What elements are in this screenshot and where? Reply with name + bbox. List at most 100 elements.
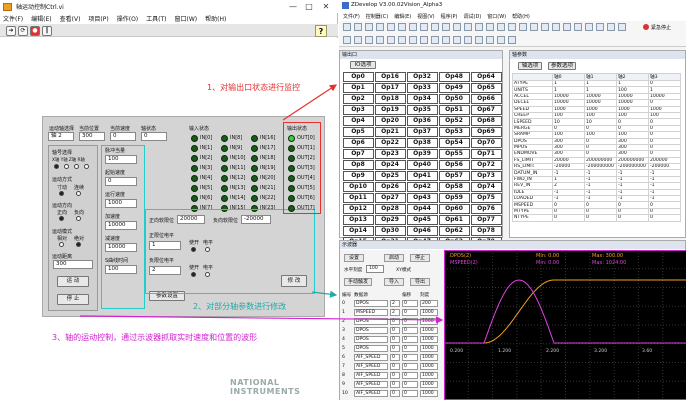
start-speed-input[interactable]: 0 <box>105 177 137 186</box>
output-port-cell[interactable]: Op17 <box>374 82 406 93</box>
scope-channel-source[interactable]: AIF_SPEED <box>354 390 388 397</box>
scope-channel-axis[interactable]: 0 <box>390 363 400 370</box>
toolbar-icon[interactable] <box>398 23 406 31</box>
toolbar-icon[interactable] <box>376 36 384 44</box>
axis-select-dropdown[interactable]: 轴 2 <box>48 132 74 141</box>
scope-channel-source[interactable]: DPOS <box>354 318 388 325</box>
toolbar-icon[interactable] <box>596 23 604 31</box>
output-led-indicator[interactable] <box>288 194 295 202</box>
toolbar-icon[interactable] <box>376 23 384 31</box>
menu-view[interactable]: 查看(V) <box>60 14 81 23</box>
toolbar-icon[interactable] <box>387 23 395 31</box>
output-port-cell[interactable]: Op36 <box>406 115 438 126</box>
toolbar-icon[interactable] <box>574 23 582 31</box>
output-port-cell[interactable]: Op2 <box>342 93 374 104</box>
scope-channel-scale[interactable]: 1000 <box>420 309 438 316</box>
toolbar-icon[interactable] <box>563 23 571 31</box>
scope-channel-scale[interactable]: 1000 <box>420 372 438 379</box>
run-arrow-icon[interactable]: ➜ <box>6 26 16 36</box>
output-port-cell[interactable]: Op27 <box>374 192 406 203</box>
output-port-cell[interactable]: Op50 <box>438 93 470 104</box>
menu-operate[interactable]: 操作(O) <box>117 14 138 23</box>
output-port-cell[interactable]: Op30 <box>374 225 406 236</box>
output-port-cell[interactable]: Op57 <box>438 170 470 181</box>
toolbar-icon[interactable] <box>354 36 362 44</box>
scope-stop-button[interactable]: 停止 <box>410 254 430 262</box>
scope-channel-source[interactable]: DPOS <box>354 327 388 334</box>
toolbar-icon[interactable] <box>519 23 527 31</box>
neg-hw-input[interactable]: 2 <box>149 266 181 275</box>
toolbar-icon[interactable] <box>420 23 428 31</box>
output-port-cell[interactable]: Op51 <box>438 104 470 115</box>
output-port-cell[interactable]: Op9 <box>342 170 374 181</box>
output-port-cell[interactable]: Op46 <box>406 225 438 236</box>
output-led-indicator[interactable] <box>288 184 295 192</box>
toolbar-icon[interactable] <box>453 23 461 31</box>
scope-channel-scale[interactable]: 1000 <box>420 336 438 343</box>
output-port-cell[interactable]: Op64 <box>470 71 502 82</box>
output-port-cell[interactable]: Op12 <box>342 203 374 214</box>
toolbar-icon[interactable] <box>530 23 538 31</box>
pulse-input[interactable]: 100 <box>105 155 137 164</box>
output-port-cell[interactable]: Op66 <box>470 93 502 104</box>
output-port-cell[interactable]: Op34 <box>406 93 438 104</box>
output-port-cell[interactable]: Op40 <box>406 159 438 170</box>
axis-param-value[interactable]: 0 <box>584 214 617 222</box>
output-port-cell[interactable]: Op69 <box>470 126 502 137</box>
scope-channel-source[interactable]: AIF_SPEED <box>354 354 388 361</box>
toolbar-icon[interactable] <box>464 36 472 44</box>
output-port-cell[interactable]: Op56 <box>438 159 470 170</box>
radio-r[interactable] <box>84 164 89 169</box>
axis-param-value[interactable]: 0 <box>552 214 585 222</box>
stop-button[interactable]: 停 止 <box>57 294 89 305</box>
scope-export-button[interactable]: 导出 <box>410 278 430 286</box>
output-port-cell[interactable]: Op41 <box>406 170 438 181</box>
toolbar-icon[interactable] <box>409 23 417 31</box>
output-port-cell[interactable]: Op52 <box>438 115 470 126</box>
pause-icon[interactable]: ‖ <box>42 26 52 36</box>
menu-project[interactable]: 项目(P) <box>88 14 108 23</box>
output-port-cell[interactable]: Op8 <box>342 159 374 170</box>
output-port-cell[interactable]: Op7 <box>342 148 374 159</box>
scope-channel-offset[interactable]: 0 <box>402 381 418 388</box>
output-port-cell[interactable]: Op23 <box>374 148 406 159</box>
output-led-indicator[interactable] <box>288 174 295 182</box>
scope-channel-offset[interactable]: 0 <box>402 345 418 352</box>
toolbar-icon[interactable] <box>475 36 483 44</box>
scope-channel-offset[interactable]: 0 <box>402 390 418 397</box>
scope-channel-offset[interactable]: 0 <box>402 327 418 334</box>
toolbar-icon[interactable] <box>585 23 593 31</box>
scope-channel-source[interactable]: AIF_SPEED <box>354 372 388 379</box>
scope-channel-scale[interactable]: 1000 <box>420 390 438 397</box>
output-port-cell[interactable]: Op5 <box>342 126 374 137</box>
menu-tools[interactable]: 工具(T) <box>146 14 166 23</box>
menu-help[interactable]: 帮助(H) <box>205 14 226 23</box>
toolbar-icon[interactable] <box>409 36 417 44</box>
output-port-cell[interactable]: Op1 <box>342 82 374 93</box>
output-port-cell[interactable]: Op16 <box>374 71 406 82</box>
zd-menu-file[interactable]: 文件(F) <box>343 13 360 20</box>
scope-channel-scale[interactable]: 1000 <box>420 381 438 388</box>
output-port-cell[interactable]: Op60 <box>438 203 470 214</box>
zd-menu-debug[interactable]: 调试(D) <box>464 13 482 20</box>
radio-enable1-b[interactable] <box>205 247 210 252</box>
scope-channel-axis[interactable]: 0 <box>390 390 400 397</box>
scope-channel-axis[interactable]: 2 <box>390 309 400 316</box>
output-port-cell[interactable]: Op65 <box>470 82 502 93</box>
toolbar-icon[interactable] <box>475 23 483 31</box>
output-port-cell[interactable]: Op74 <box>470 181 502 192</box>
toolbar-icon[interactable] <box>607 23 615 31</box>
toolbar-icon[interactable] <box>508 23 516 31</box>
manual-trigger-button[interactable]: 手动触发 <box>344 278 372 286</box>
output-led-indicator[interactable] <box>288 144 295 152</box>
output-port-cell[interactable]: Op10 <box>342 181 374 192</box>
toolbar-icon[interactable] <box>497 23 505 31</box>
output-port-cell[interactable]: Op22 <box>374 137 406 148</box>
scope-channel-scale[interactable]: 1000 <box>420 327 438 334</box>
abort-icon[interactable]: ● <box>30 26 40 36</box>
output-led-indicator[interactable] <box>288 154 295 162</box>
toolbar-icon[interactable] <box>486 23 494 31</box>
output-port-cell[interactable]: Op77 <box>470 214 502 225</box>
radio-x[interactable] <box>54 164 59 169</box>
axis-param-value[interactable]: 200000000 <box>616 156 649 165</box>
